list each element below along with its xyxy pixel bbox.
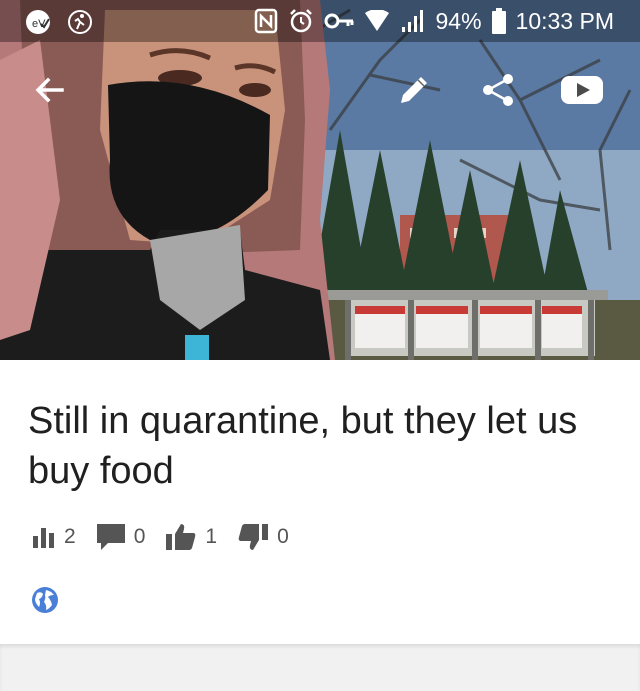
section-divider [0,644,640,691]
share-icon [483,74,513,106]
video-thumbnail[interactable]: eV 94% 10:33 PM [0,0,640,360]
back-arrow-icon [35,77,64,103]
signal-icon [401,10,423,32]
status-bar: eV 94% 10:33 PM [0,0,640,42]
back-button[interactable] [22,62,78,118]
dislikes-stat[interactable]: 0 [237,523,289,551]
likes-stat[interactable]: 1 [165,523,217,551]
likes-count: 1 [205,525,218,548]
media-toolbar [0,62,640,122]
thumbs-up-icon [166,524,196,550]
battery-icon [491,8,506,34]
battery-percent: 94% [435,8,482,34]
vpn-check-icon: eV [26,10,50,34]
views-stat: 2 [32,525,76,549]
youtube-icon [561,76,603,104]
youtube-button[interactable] [554,62,610,118]
selfie-scene-image [0,0,640,360]
post-stats: 2 0 1 0 [32,523,309,551]
wifi-icon [364,10,389,31]
views-count: 2 [64,525,76,548]
key-icon [324,13,353,29]
dislikes-count: 0 [277,525,289,548]
thumbs-down-icon [238,524,269,550]
visibility-public-button[interactable] [31,586,59,619]
comments-stat[interactable]: 0 [96,523,146,551]
post-title: Still in quarantine, but they let us buy… [28,400,578,492]
edit-pencil-icon [401,77,427,103]
alarm-icon [289,9,312,33]
globe-icon [32,587,58,613]
nfc-icon [254,8,277,34]
status-time: 10:33 PM [515,8,614,34]
comments-count: 0 [133,525,146,548]
bar-chart-icon [33,528,54,548]
comment-icon [96,524,125,550]
activity-icon [68,10,92,34]
share-button[interactable] [470,62,526,118]
edit-button[interactable] [386,62,442,118]
